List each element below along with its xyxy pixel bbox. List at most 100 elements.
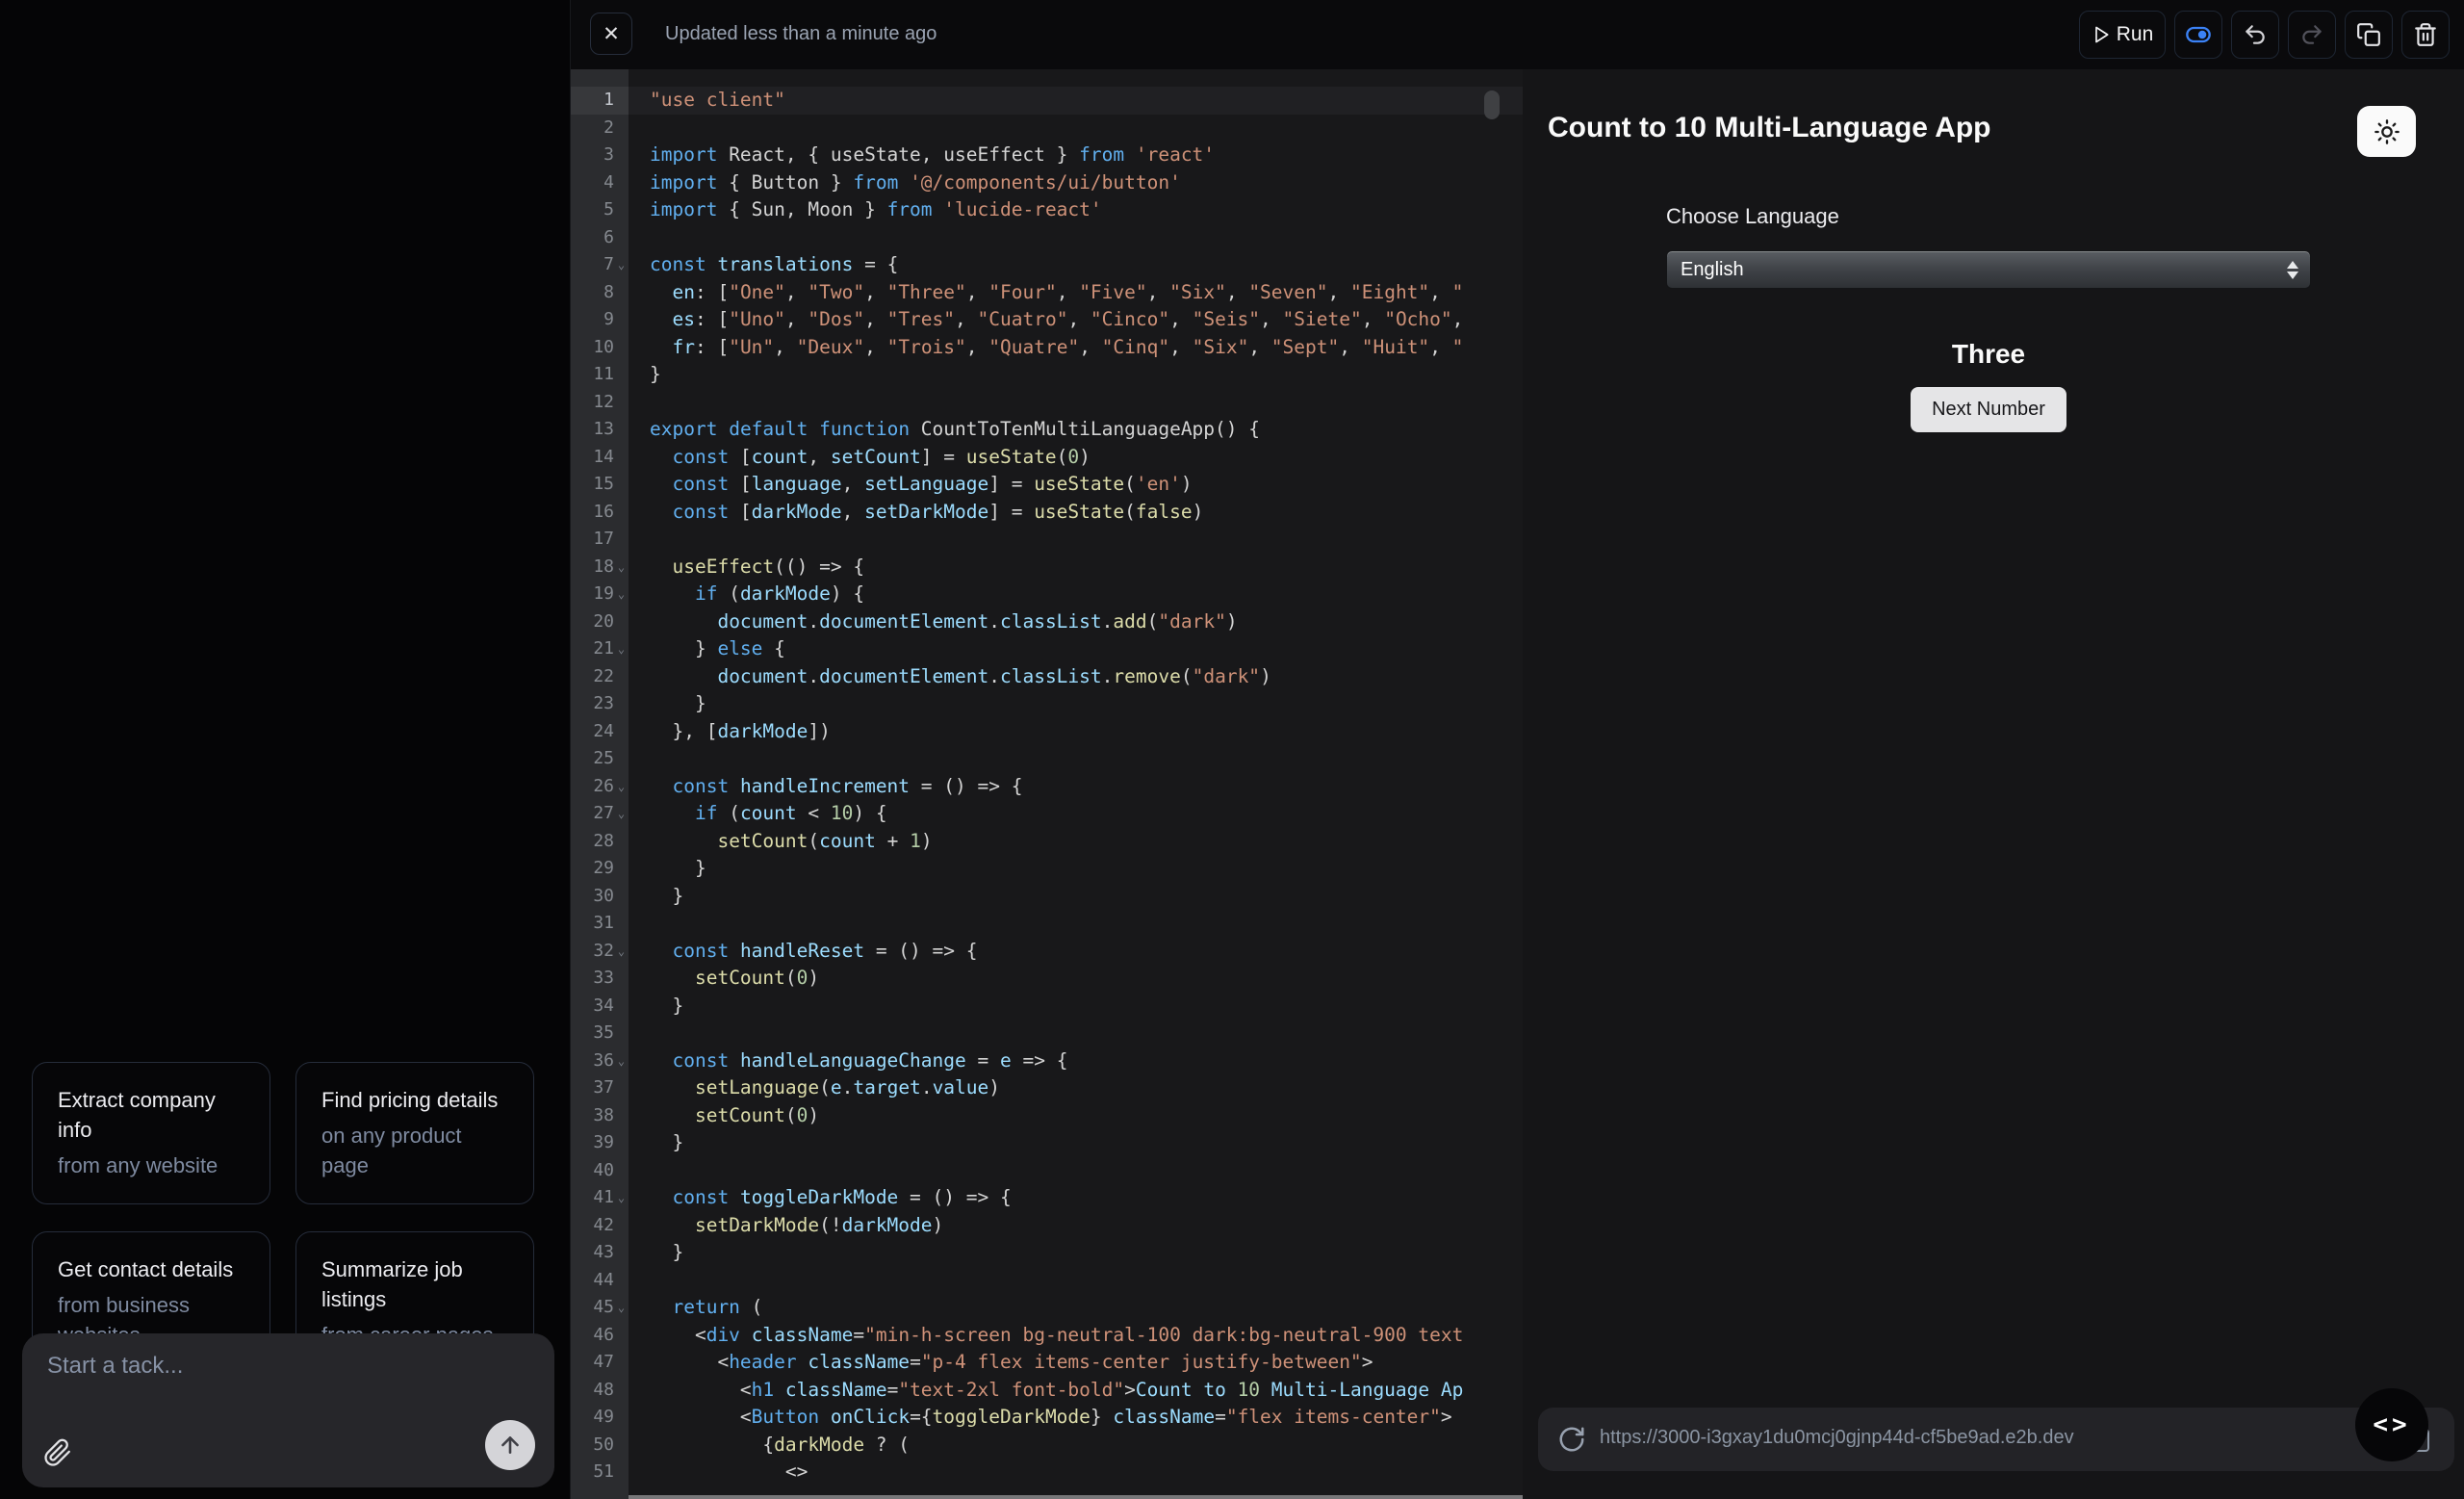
code-line [650,910,1523,938]
attach-file-button[interactable] [43,1435,78,1470]
task-input-placeholder: Start a tack... [47,1353,183,1380]
editor-gutter: 1234567⌄89101112131415161718⌄19⌄2021⌄222… [571,69,629,1499]
preview-panel: Count to 10 Multi-Language App Choose La… [1523,69,2464,1499]
redo-icon [2299,22,2324,47]
line-number: 39 [571,1129,629,1157]
code-line: {darkMode ? ( [650,1432,1523,1460]
select-spinner-icon [2287,251,2298,288]
fold-chevron-icon[interactable]: ⌄ [614,1294,629,1322]
fold-spacer [614,471,629,499]
suggestion-cards: Extract company infofrom any websiteFind… [32,1062,552,1375]
fold-spacer [614,142,629,169]
show-code-button[interactable]: <> [2355,1388,2428,1461]
code-line [650,1020,1523,1047]
line-number: 19⌄ [571,581,629,608]
fold-spacer [614,1322,629,1350]
line-number: 43 [571,1239,629,1267]
line-number: 32⌄ [571,938,629,966]
editor-vertical-scrollbar[interactable] [1484,90,1500,119]
fold-chevron-icon[interactable]: ⌄ [614,1047,629,1075]
line-number: 5 [571,196,629,224]
code-line: en: ["One", "Two", "Three", "Four", "Fiv… [650,279,1523,307]
editor-code: "use client"import React, { useState, us… [629,69,1523,1499]
preview-url-bar[interactable]: https://3000-i3gxay1du0mcj0gjnp44d-cf5be… [1538,1408,2454,1471]
code-line: } [650,855,1523,883]
undo-button[interactable] [2231,11,2279,59]
suggestion-card-title: Find pricing details [321,1086,508,1116]
refresh-button[interactable] [1557,1424,1588,1455]
fold-chevron-icon[interactable]: ⌄ [614,554,629,582]
code-line [650,1267,1523,1295]
trash-icon [2413,22,2438,47]
suggestion-card[interactable]: Find pricing detailson any product page [295,1062,534,1204]
arrow-up-icon [498,1433,523,1458]
run-label: Run [2117,23,2154,46]
fold-spacer [614,416,629,444]
code-line: const handleIncrement = () => { [650,773,1523,801]
line-number: 16 [571,499,629,527]
fold-spacer [614,663,629,691]
line-number: 37 [571,1074,629,1102]
code-line: <header className="p-4 flex items-center… [650,1349,1523,1377]
line-number: 14 [571,444,629,472]
fold-chevron-icon[interactable]: ⌄ [614,773,629,801]
delete-button[interactable] [2401,11,2450,59]
toolbar-actions: Run [2079,11,2450,59]
fold-chevron-icon[interactable]: ⌄ [614,581,629,608]
fold-chevron-icon[interactable]: ⌄ [614,800,629,828]
send-task-button[interactable] [485,1420,535,1470]
task-input-box[interactable]: Start a tack... [22,1333,554,1487]
fold-chevron-icon[interactable]: ⌄ [614,938,629,966]
line-number: 7⌄ [571,251,629,279]
line-number: 35 [571,1020,629,1047]
code-line: setCount(count + 1) [650,828,1523,856]
fold-spacer [614,745,629,773]
editor-horizontal-scrollbar[interactable] [629,1495,1523,1499]
fold-chevron-icon[interactable]: ⌄ [614,635,629,663]
fold-spacer [614,855,629,883]
dark-mode-toggle-button[interactable] [2357,106,2416,157]
line-number: 12 [571,389,629,417]
toolbar: ✕ Updated less than a minute ago Run [571,0,2464,70]
fold-chevron-icon[interactable]: ⌄ [614,251,629,279]
code-editor[interactable]: 1234567⌄89101112131415161718⌄19⌄2021⌄222… [571,69,1523,1499]
fold-spacer [614,1404,629,1432]
line-number: 36⌄ [571,1047,629,1075]
fold-spacer [614,196,629,224]
code-line: } [650,883,1523,911]
code-line [650,1157,1523,1185]
code-line: document.documentElement.classList.remov… [650,663,1523,691]
copy-icon [2356,22,2381,47]
code-line [650,745,1523,773]
fold-spacer [614,718,629,746]
fold-spacer [614,444,629,472]
line-number: 33 [571,965,629,993]
code-line: const translations = { [650,251,1523,279]
code-line: <h1 className="text-2xl font-bold">Count… [650,1377,1523,1405]
language-select-value: English [1667,259,1744,281]
line-number: 2 [571,115,629,142]
fold-chevron-icon[interactable]: ⌄ [614,1184,629,1212]
updated-status: Updated less than a minute ago [665,23,937,45]
line-number: 4 [571,169,629,197]
suggestion-card-title: Summarize job listings [321,1255,508,1315]
toggle-mode-button[interactable] [2174,11,2222,59]
code-line: return ( [650,1294,1523,1322]
next-number-button[interactable]: Next Number [1911,387,2066,432]
fold-spacer [614,361,629,389]
fold-spacer [614,115,629,142]
suggestion-card-title: Get contact details [58,1255,244,1285]
suggestion-card[interactable]: Extract company infofrom any website [32,1062,270,1204]
redo-button[interactable] [2288,11,2336,59]
line-number: 13 [571,416,629,444]
fold-spacer [614,1102,629,1130]
fold-spacer [614,526,629,554]
code-line: import { Button } from '@/components/ui/… [650,169,1523,197]
language-select[interactable]: English [1666,250,2311,289]
run-button[interactable]: Run [2079,11,2166,59]
copy-button[interactable] [2345,11,2393,59]
fold-spacer [614,224,629,252]
close-button[interactable]: ✕ [590,13,632,55]
fold-spacer [614,334,629,362]
code-line: } [650,690,1523,718]
